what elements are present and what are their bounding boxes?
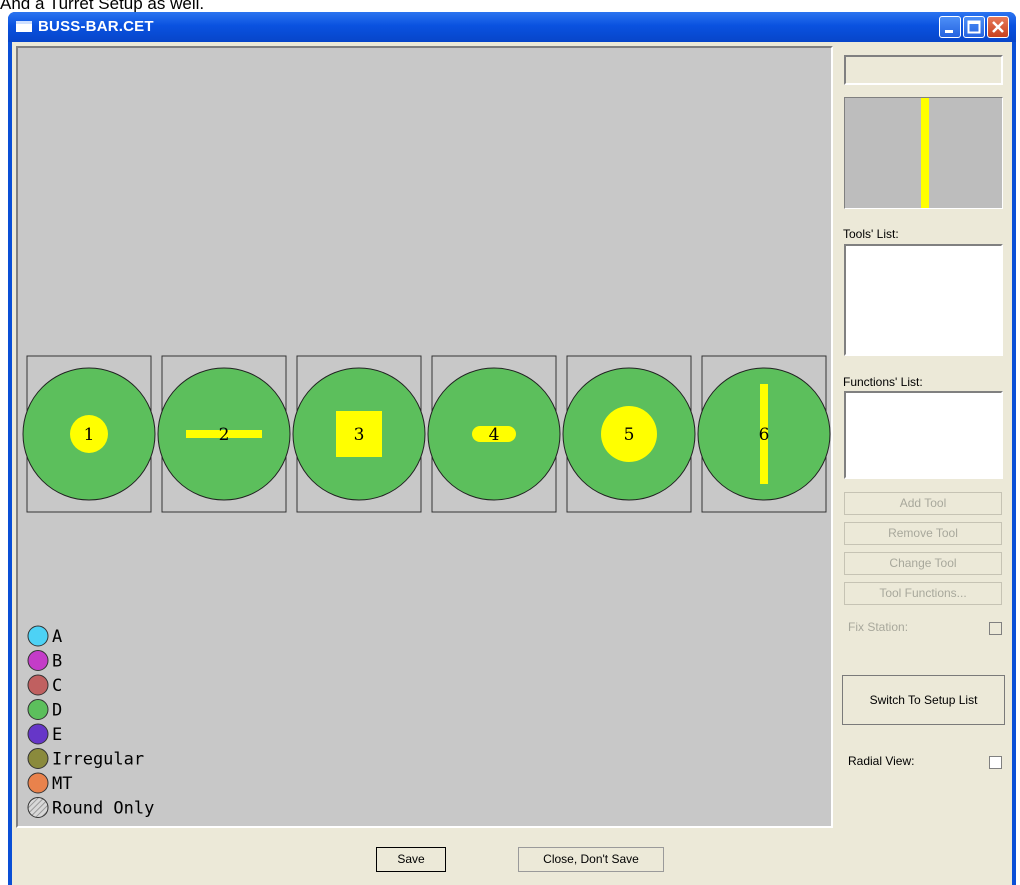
- turret-drawing: 1 2 3 4 5 6 ABCDE Irregular MT Round Only: [22, 355, 831, 819]
- legend-label: E: [52, 725, 62, 745]
- save-button[interactable]: Save: [376, 847, 446, 872]
- legend-label: MT: [52, 774, 72, 794]
- close-dont-save-button[interactable]: Close, Don't Save: [518, 847, 664, 872]
- station-label: 4: [489, 425, 500, 445]
- tools-list[interactable]: [844, 244, 1003, 356]
- turret-setup-window: BUSS-BAR.CET 1 2 3 4 5 6 A B C D E Irregular MT Round…: [8, 12, 1016, 885]
- legend-label: A: [52, 627, 62, 647]
- remove-tool-button[interactable]: Remove Tool: [844, 522, 1002, 545]
- fix-station-checkbox[interactable]: [989, 622, 1002, 635]
- add-tool-button[interactable]: Add Tool: [844, 492, 1002, 515]
- legend-label: Round Only: [52, 799, 154, 819]
- legend-swatch-irregular: [27, 748, 49, 769]
- tool-preview: [844, 97, 1003, 209]
- legend-label: B: [52, 652, 62, 672]
- radial-view-label: Radial View:: [848, 754, 915, 768]
- legend-swatch-d: [27, 699, 49, 720]
- close-window-button[interactable]: [987, 16, 1009, 38]
- station-label: 5: [624, 425, 635, 445]
- legend-label: D: [52, 701, 62, 721]
- window-icon: [16, 21, 32, 32]
- fix-station-label: Fix Station:: [848, 620, 909, 634]
- window-client-area: 1 2 3 4 5 6 A B C D E Irregular MT Round Only Tools' …: [12, 42, 1012, 885]
- change-tool-button[interactable]: Change Tool: [844, 552, 1002, 575]
- page-caption: And a Turret Setup as well.: [0, 0, 205, 12]
- minimize-button[interactable]: [939, 16, 961, 38]
- legend-label: Irregular: [52, 750, 144, 770]
- station-label: 6: [759, 425, 770, 445]
- tools-list-label: Tools' List:: [843, 227, 899, 241]
- legend-swatch-round-only: [27, 797, 49, 818]
- legend-swatch-a: [27, 625, 49, 647]
- legend-swatch-mt: [27, 772, 49, 794]
- legend-swatch-b: [27, 650, 49, 671]
- switch-to-setup-list-button[interactable]: Switch To Setup List: [842, 675, 1005, 725]
- title-bar[interactable]: BUSS-BAR.CET: [8, 12, 1016, 42]
- station-label: 1: [84, 425, 95, 445]
- legend-label: C: [52, 676, 62, 696]
- functions-list-label: Functions' List:: [843, 375, 923, 389]
- maximize-button[interactable]: [963, 16, 985, 38]
- tool-preview-shape: [921, 98, 929, 208]
- tool-functions-button[interactable]: Tool Functions...: [844, 582, 1002, 605]
- station-info-box: [844, 55, 1003, 85]
- radial-view-checkbox[interactable]: [989, 756, 1002, 769]
- station-label: 2: [219, 425, 230, 445]
- functions-list[interactable]: [844, 391, 1003, 479]
- turret-canvas[interactable]: 1 2 3 4 5 6 A B C D E Irregular MT Round Only: [16, 46, 833, 828]
- station-label: 3: [354, 425, 365, 445]
- legend-swatch-c: [27, 674, 49, 696]
- legend-swatch-e: [27, 723, 49, 745]
- window-title: BUSS-BAR.CET: [38, 18, 154, 35]
